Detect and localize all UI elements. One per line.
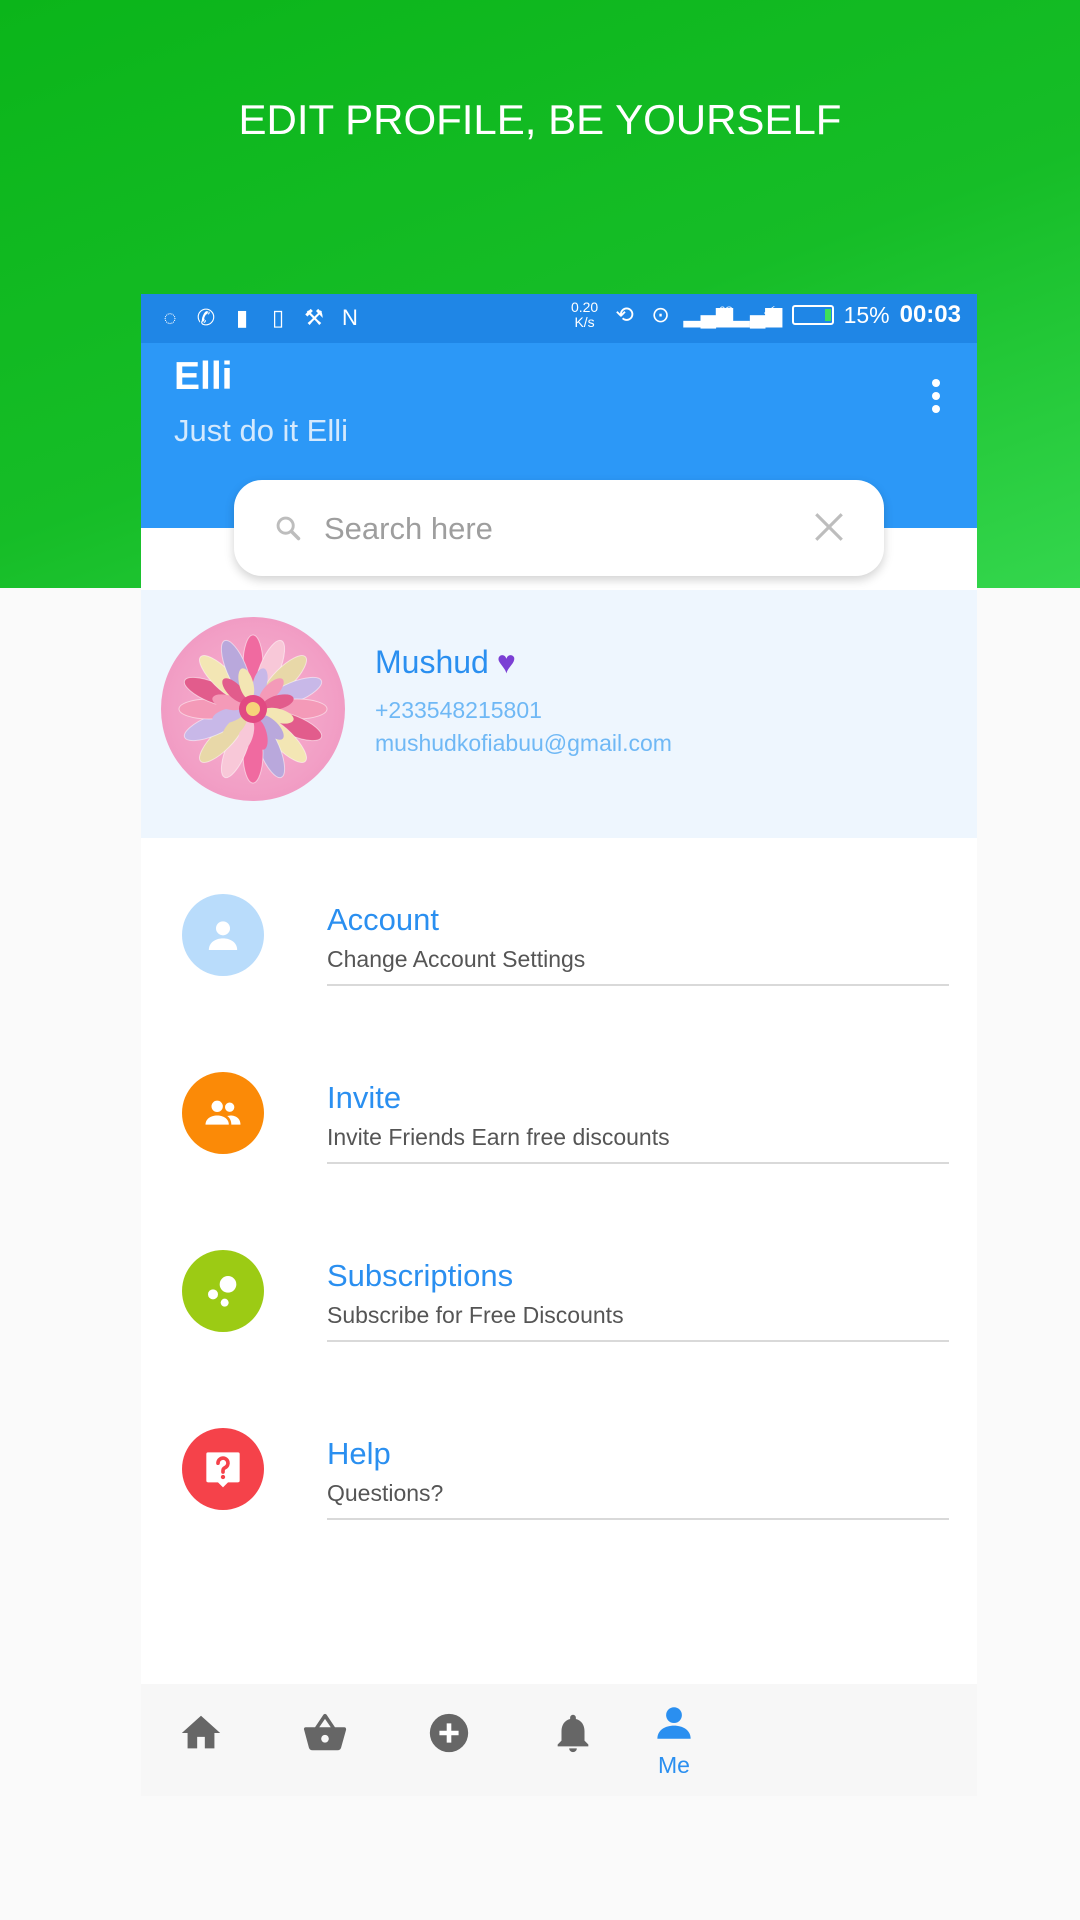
phone-screen: ◌ ✆ ▮ ▯ ⚒ N 0.20 K/s ⟲ ⊙ ▂▄▆ 3G▂▄▆ ⚡ 15%…: [141, 294, 977, 1796]
signal-3g-icon: 3G▂▄▆: [719, 302, 783, 327]
sync-icon: ◌: [163, 305, 177, 330]
search-icon: [276, 516, 301, 541]
home-icon[interactable]: [171, 1710, 231, 1770]
menu-title: Subscriptions: [327, 1258, 514, 1293]
person-icon: [182, 894, 264, 976]
nfc-icon: N: [342, 305, 358, 330]
storage-icon: ▯: [271, 305, 285, 330]
divider: [327, 1340, 949, 1342]
notification-icons: ◌ ✆ ▮ ▯ ⚒ N: [157, 304, 363, 332]
cleaner-icon: ⚒: [304, 305, 324, 330]
menu-item-help[interactable]: Help Questions?: [141, 1392, 977, 1542]
bubbles-icon: [182, 1250, 264, 1332]
close-icon[interactable]: [812, 510, 846, 544]
signal-icon: ▂▄▆: [683, 302, 733, 327]
profile-phone: +233548215801: [375, 697, 542, 723]
network-speed: 0.20 K/s: [568, 300, 602, 330]
question-icon: [182, 1428, 264, 1510]
divider: [327, 1518, 949, 1520]
app-title: Elli: [174, 355, 233, 398]
basket-icon[interactable]: [295, 1710, 355, 1770]
search-input[interactable]: [322, 502, 776, 556]
profile-name-row: Mushud ♥: [375, 644, 516, 681]
system-icons: 0.20 K/s ⟲ ⊙ ▂▄▆ 3G▂▄▆ ⚡ 15% 00:03: [568, 300, 961, 330]
location-icon: ⊙: [651, 302, 670, 327]
network-type: 3G: [719, 305, 733, 317]
person-icon: [657, 1707, 691, 1739]
profile-card[interactable]: Mushud ♥ +233548215801 mushudkofiabuu@gma…: [141, 590, 977, 838]
nav-me-label: Me: [658, 1752, 690, 1778]
more-vert-icon[interactable]: [931, 379, 941, 419]
group-icon: [182, 1072, 264, 1154]
profile-name: Mushud: [375, 644, 489, 680]
menu-subtitle: Change Account Settings: [327, 946, 586, 972]
banner-title: EDIT PROFILE, BE YOURSELF: [238, 96, 842, 143]
add-circle-icon[interactable]: [419, 1710, 479, 1770]
nav-me[interactable]: Me: [634, 1702, 714, 1779]
battery-icon: [791, 305, 834, 325]
clock: 00:03: [899, 301, 961, 328]
rotate-icon: ⟲: [615, 302, 634, 327]
menu-title: Invite: [327, 1080, 402, 1115]
profile-email: mushudkofiabuu@gmail.com: [375, 730, 672, 756]
status-bar: ◌ ✆ ▮ ▯ ⚒ N 0.20 K/s ⟲ ⊙ ▂▄▆ 3G▂▄▆ ⚡ 15%…: [141, 294, 977, 343]
menu-subtitle: Invite Friends Earn free discounts: [327, 1124, 670, 1150]
menu-item-invite[interactable]: Invite Invite Friends Earn free discount…: [141, 1036, 977, 1186]
menu-title: Help: [327, 1436, 391, 1471]
menu-title: Account: [327, 902, 440, 937]
divider: [327, 984, 949, 986]
menu-subtitle: Questions?: [327, 1480, 444, 1506]
flower-image: [178, 634, 328, 784]
speed-value: 0.20: [570, 299, 599, 315]
speed-unit: K/s: [574, 314, 595, 330]
heart-icon: ♥: [496, 644, 516, 680]
menu-item-account[interactable]: Account Change Account Settings: [141, 858, 977, 1008]
charging-icon: ⚡: [760, 302, 777, 327]
divider: [327, 1162, 949, 1164]
whatsapp-icon: ✆: [196, 305, 216, 330]
menu-subtitle: Subscribe for Free Discounts: [327, 1302, 624, 1328]
app-subtitle: Just do it Elli: [174, 413, 349, 448]
bottom-nav: Me: [141, 1684, 977, 1796]
bell-icon[interactable]: [543, 1710, 603, 1770]
battery-percent: 15%: [843, 301, 890, 328]
avatar[interactable]: [161, 617, 345, 801]
search-bar: [234, 480, 884, 576]
sd-card-icon: ▮: [235, 305, 249, 330]
menu-item-subscriptions[interactable]: Subscriptions Subscribe for Free Discoun…: [141, 1214, 977, 1364]
